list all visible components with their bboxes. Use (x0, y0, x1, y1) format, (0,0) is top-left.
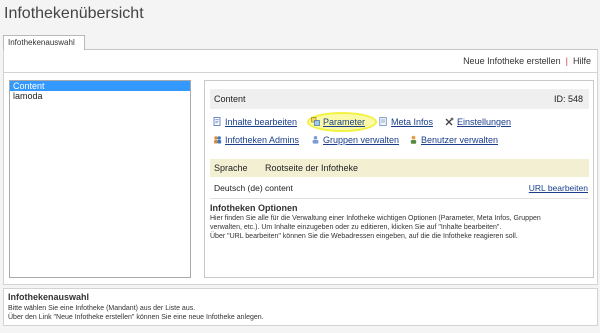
inhalte-bearbeiten-link[interactable]: Inhalte bearbeiten (213, 117, 297, 127)
einstellungen-label: Einstellungen (457, 117, 512, 127)
infotheken-admins-link[interactable]: Infotheken Admins (213, 135, 299, 145)
language-table-header: Sprache Rootseite der Infotheke (210, 159, 589, 177)
infotheke-name: Content (214, 94, 246, 104)
gruppen-verwalten-link[interactable]: Gruppen verwalten (311, 135, 399, 145)
options-text-line: Über "URL bearbeiten" können Sie die Web… (210, 233, 518, 240)
root-page-cell: content (265, 183, 293, 193)
column-header-rootseite: Rootseite der Infotheke (265, 163, 359, 173)
footer-description: Bitte wählen Sie eine Infotheke (Mandant… (8, 304, 593, 322)
footer-title: Infothekenauswahl (8, 292, 90, 302)
url-bearbeiten-link[interactable]: URL bearbeiten (529, 183, 588, 193)
footer-text-line: Über den Link "Neue Infotheke erstellen"… (8, 314, 264, 321)
user-icon (409, 135, 418, 144)
main-panel: Content lamoda Content ID: 548 Inhalte b… (3, 72, 598, 285)
page-title: Infothekenübersicht (4, 5, 144, 22)
einstellungen-link[interactable]: Einstellungen (445, 117, 511, 127)
detail-header: Content ID: 548 (210, 89, 589, 109)
groups-icon (311, 135, 320, 144)
help-link[interactable]: Hilfe (573, 56, 591, 66)
inhalte-bearbeiten-label: Inhalte bearbeiten (225, 117, 298, 127)
benutzer-verwalten-label: Benutzer verwalten (421, 135, 499, 145)
infotheke-list[interactable]: Content lamoda (9, 80, 191, 278)
tab-infothekenauswahl[interactable]: Infothekenauswahl (3, 35, 85, 50)
users-icon (213, 135, 222, 144)
options-description: Hier finden Sie alle für die Verwaltung … (210, 214, 588, 241)
parameter-link[interactable]: Parameter (311, 117, 365, 127)
infotheken-admins-label: Infotheken Admins (225, 135, 300, 145)
new-infotheke-link[interactable]: Neue Infotheke erstellen (463, 56, 561, 66)
infotheke-id: ID: 548 (553, 94, 583, 104)
document-edit-icon (213, 117, 222, 126)
options-text-line: verwalten, etc.). Um Inhalte einzugeben … (210, 224, 502, 231)
parameter-icon (311, 117, 320, 126)
tools-icon (445, 117, 454, 126)
meta-infos-label: Meta Infos (391, 117, 434, 127)
options-title: Infotheken Optionen (210, 203, 298, 213)
list-item[interactable]: lamoda (10, 91, 190, 101)
footer-text-line: Bitte wählen Sie eine Infotheke (Mandant… (8, 305, 196, 312)
gruppen-verwalten-label: Gruppen verwalten (323, 135, 400, 145)
language-cell: Deutsch (de) (214, 183, 263, 193)
column-header-sprache: Sprache (214, 163, 248, 173)
toolbar: Neue Infotheke erstellen | Hilfe (3, 50, 598, 72)
table-divider (210, 198, 589, 199)
toolbar-separator: | (565, 56, 568, 66)
benutzer-verwalten-link[interactable]: Benutzer verwalten (409, 135, 498, 145)
footer-help-box: Infothekenauswahl Bitte wählen Sie eine … (3, 288, 598, 326)
parameter-label: Parameter (323, 117, 366, 127)
meta-infos-link[interactable]: Meta Infos (379, 117, 433, 127)
infotheke-detail: Content ID: 548 Inhalte bearbeiten Param… (204, 80, 594, 278)
list-item[interactable]: Content (10, 81, 190, 91)
options-text-line: Hier finden Sie alle für die Verwaltung … (210, 215, 541, 222)
meta-info-icon (379, 117, 388, 126)
toolbar-links: Neue Infotheke erstellen | Hilfe (463, 56, 591, 66)
